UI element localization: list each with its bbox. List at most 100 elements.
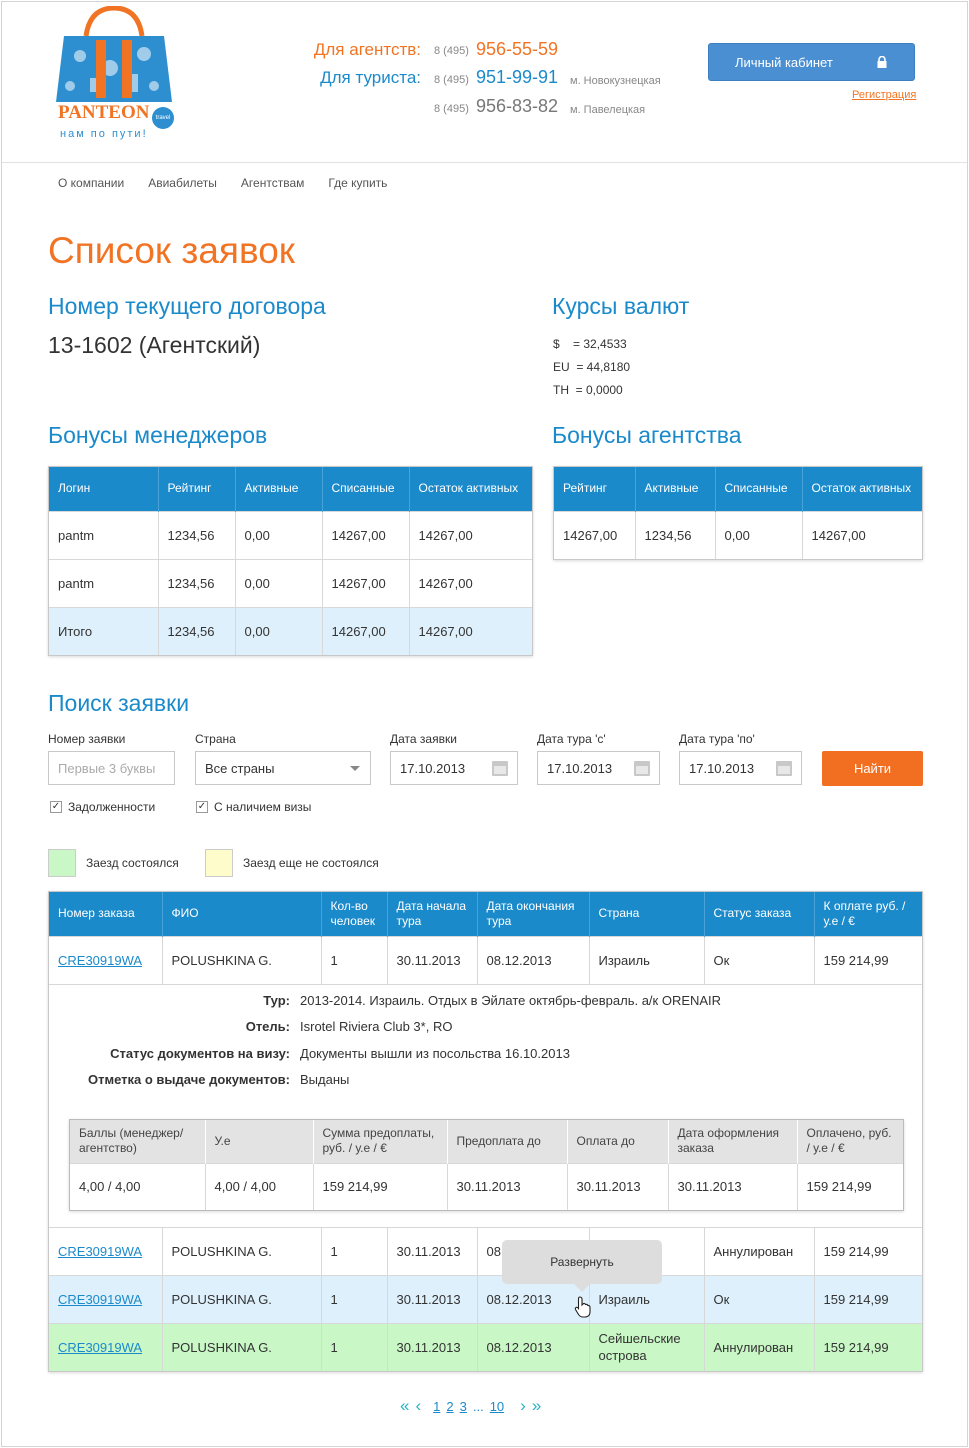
legend-swatch-green xyxy=(48,849,76,877)
country-label: Страна xyxy=(195,732,236,746)
calendar-icon[interactable] xyxy=(492,761,508,776)
tour-to-label: Дата тура 'по' xyxy=(679,732,755,746)
visa-checkbox[interactable]: ✓ С наличием визы xyxy=(196,800,311,814)
detail-issue-label: Отметка о выдаче документов: xyxy=(88,1071,290,1087)
contract-value: 13-1602 (Агентский) xyxy=(48,332,261,358)
header-divider xyxy=(2,162,967,163)
detail-hotel-value: Isrotel Riviera Club 3*, RO xyxy=(300,1018,453,1034)
checkbox-checked-icon[interactable]: ✓ xyxy=(196,801,208,813)
nav-item-avia[interactable]: Авиабилеты xyxy=(148,176,217,190)
logo-badge: travel xyxy=(152,107,174,129)
find-button[interactable]: Найти xyxy=(822,751,923,786)
order-row[interactable]: CRE30919WA POLUSHKINA G. 1 30.11.2013 08… xyxy=(49,1226,922,1275)
table-cell: 30.11.2013 xyxy=(387,1226,478,1275)
table-cell: 08.12.2013 xyxy=(477,935,590,984)
table-cell: 30.11.2013 xyxy=(447,1163,568,1210)
table-cell: 14267,00 xyxy=(554,510,636,559)
phone-number-tourists-2[interactable]: 956-83-82 xyxy=(476,96,558,117)
legend-pending-label: Заезд еще не состоялся xyxy=(243,856,379,870)
order-number-label: Номер заявки xyxy=(48,732,126,746)
page-ellipsis: ... xyxy=(472,1398,484,1414)
table-cell: 0,00 xyxy=(235,558,323,607)
order-number-cell: CRE30919WA xyxy=(49,1274,163,1323)
date-input[interactable]: 17.10.2013 xyxy=(390,751,518,785)
table-cell: POLUSHKINA G. xyxy=(162,1322,322,1371)
phone-number-agents[interactable]: 956-55-59 xyxy=(476,39,558,60)
register-link[interactable]: Регистрация xyxy=(852,89,916,101)
order-link[interactable]: CRE30919WA xyxy=(58,953,142,968)
calendar-icon[interactable] xyxy=(634,761,650,776)
page-link[interactable]: 1 xyxy=(433,1399,440,1414)
page-link-last[interactable]: 10 xyxy=(490,1399,504,1414)
metro-label: м. Павелецкая xyxy=(570,104,646,116)
checkbox-checked-icon[interactable]: ✓ xyxy=(50,801,62,813)
debts-checkbox[interactable]: ✓ Задолженности xyxy=(50,800,155,814)
page-title: Список заявок xyxy=(48,230,295,271)
lock-icon xyxy=(877,56,887,68)
order-link[interactable]: CRE30919WA xyxy=(58,1244,142,1259)
table-cell: 1 xyxy=(321,1322,388,1371)
col-header: Дата окончания тура xyxy=(477,892,590,936)
col-header: Остаток активных xyxy=(409,467,532,511)
order-link[interactable]: CRE30919WA xyxy=(58,1340,142,1355)
pagination: « ‹ 1 2 3 ... 10 › » xyxy=(400,1396,541,1416)
phone-prefix: 8 (495) xyxy=(434,45,469,57)
agency-bonus-title: Бонусы агентства xyxy=(552,422,742,448)
table-cell: 4,00 / 4,00 xyxy=(70,1163,206,1210)
order-row[interactable]: CRE30919WA POLUSHKINA G. 1 30.11.2013 08… xyxy=(49,935,922,984)
order-detail-cell: Тур: 2013-2014. Израиль. Отдых в Эйлате … xyxy=(49,983,922,1227)
nav-item-about[interactable]: О компании xyxy=(58,176,124,190)
phone-label-tourists: Для туриста: xyxy=(320,68,421,87)
table-row: pantm 1234,56 0,00 14267,00 14267,00 xyxy=(49,558,532,607)
metro-label: м. Новокузнецкая xyxy=(570,75,661,87)
cabinet-button-label: Личный кабинет xyxy=(735,54,833,70)
table-cell: 1 xyxy=(321,1226,388,1275)
table-cell: 1234,56 xyxy=(158,558,236,607)
table-cell: 1 xyxy=(321,935,388,984)
tour-to-input[interactable]: 17.10.2013 xyxy=(679,751,802,785)
total-row: Итого 1234,56 0,00 14267,00 14267,00 xyxy=(49,606,532,655)
table-cell: 159 214,99 xyxy=(797,1163,903,1210)
tour-to-value: 17.10.2013 xyxy=(689,760,755,776)
nav-item-agencies[interactable]: Агентствам xyxy=(241,176,304,190)
table-row: 4,00 / 4,00 4,00 / 4,00 159 214,99 30.11… xyxy=(70,1163,903,1210)
nav-item-where-buy[interactable]: Где купить xyxy=(328,176,387,190)
col-header: Дата начала тура xyxy=(387,892,478,936)
tour-from-input[interactable]: 17.10.2013 xyxy=(537,751,660,785)
order-row-hover[interactable]: CRE30919WA POLUSHKINA G. 1 30.11.2013 08… xyxy=(49,1274,922,1323)
detail-visa-value: Документы вышли из посольства 16.10.2013 xyxy=(300,1045,570,1061)
logo-slogan: нам по пути! xyxy=(60,128,148,140)
prev-page-icon[interactable]: ‹ xyxy=(415,1396,421,1416)
order-row-completed[interactable]: CRE30919WA POLUSHKINA G. 1 30.11.2013 08… xyxy=(49,1322,922,1371)
table-cell: 4,00 / 4,00 xyxy=(205,1163,314,1210)
table-cell: 30.11.2013 xyxy=(387,935,478,984)
search-title: Поиск заявки xyxy=(48,690,190,716)
managers-bonus-title: Бонусы менеджеров xyxy=(48,422,268,448)
col-header: К оплате руб. / у.е / € xyxy=(814,892,922,936)
country-select[interactable]: Все страны xyxy=(195,751,371,785)
phone-number-tourists[interactable]: 951-99-91 xyxy=(476,67,558,88)
col-header: Кол-во человек xyxy=(321,892,388,936)
calendar-icon[interactable] xyxy=(776,761,792,776)
first-page-icon[interactable]: « xyxy=(400,1396,409,1416)
logo-text: PANTEON xyxy=(58,102,150,123)
col-header: Страна xyxy=(589,892,705,936)
logo[interactable]: PANTEON travel нам по пути! xyxy=(50,5,178,146)
page-link[interactable]: 2 xyxy=(446,1399,453,1414)
cabinet-button[interactable]: Личный кабинет xyxy=(708,43,915,81)
table-row: 14267,00 1234,56 0,00 14267,00 xyxy=(554,510,922,559)
order-number-input[interactable]: Первые 3 буквы xyxy=(48,751,175,785)
rate-usd: $ = 32,4533 xyxy=(553,337,627,351)
table-cell: 14267,00 xyxy=(409,558,532,607)
order-link[interactable]: CRE30919WA xyxy=(58,1292,142,1307)
page-link[interactable]: 3 xyxy=(460,1399,467,1414)
orders-table: Номер заказа ФИО Кол-во человек Дата нач… xyxy=(48,891,923,1372)
col-header: Списанные xyxy=(322,467,410,511)
table-cell: 1234,56 xyxy=(158,510,236,559)
last-page-icon[interactable]: » xyxy=(532,1396,541,1416)
table-cell: Сейшельские острова xyxy=(589,1322,705,1371)
col-header: Оплачено, руб. / у.е / € xyxy=(797,1119,903,1164)
table-cell: 30.11.2013 xyxy=(387,1322,478,1371)
table-cell: 159 214,99 xyxy=(814,1322,922,1371)
next-page-icon[interactable]: › xyxy=(520,1396,526,1416)
